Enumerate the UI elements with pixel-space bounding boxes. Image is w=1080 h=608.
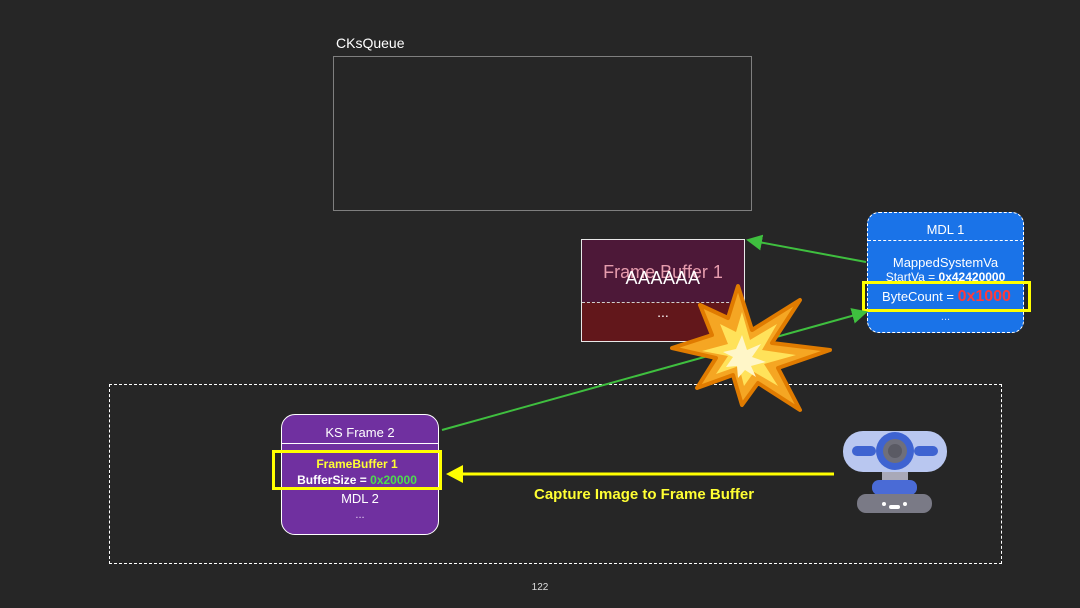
ksframe-to-mdl1-arrow xyxy=(441,308,868,431)
capture-arrow-head xyxy=(446,465,463,483)
diagram-overlay xyxy=(441,234,947,513)
page-number: 122 xyxy=(531,582,549,593)
explosion-icon xyxy=(670,284,832,412)
webcam-icon xyxy=(843,431,947,513)
mdl1-to-framebuffer-arrow xyxy=(746,234,867,263)
